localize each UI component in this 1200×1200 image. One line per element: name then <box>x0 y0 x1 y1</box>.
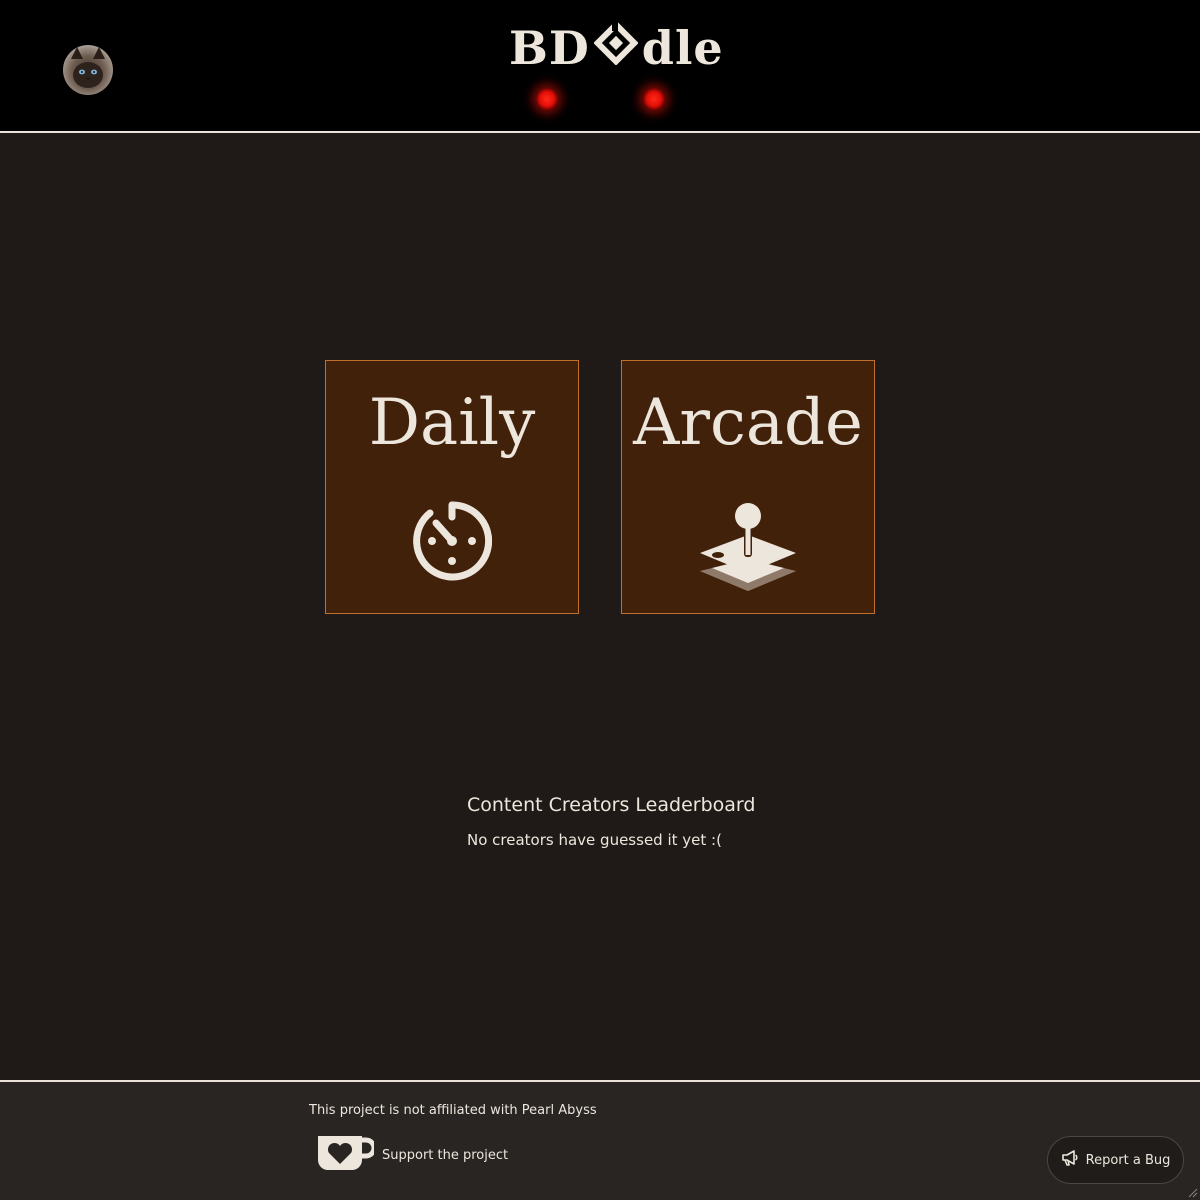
logo-suffix: dle <box>641 21 724 75</box>
cat-avatar-icon <box>63 45 113 95</box>
daily-mode-label: Daily <box>368 386 536 460</box>
report-bug-button[interactable]: Report a Bug <box>1047 1136 1184 1184</box>
resize-grip-icon[interactable] <box>1188 1188 1198 1198</box>
user-avatar[interactable] <box>63 45 113 95</box>
affiliation-disclaimer: This project is not affiliated with Pear… <box>309 1103 597 1118</box>
app-logo[interactable]: BD dle <box>509 18 724 78</box>
coffee-cup-heart-icon <box>316 1134 377 1177</box>
arcade-mode-button[interactable]: Arcade <box>621 360 875 614</box>
support-project-link[interactable]: Support the project <box>316 1134 508 1177</box>
arcade-mode-label: Arcade <box>633 386 863 460</box>
daily-mode-button[interactable]: Daily <box>325 360 579 614</box>
logo-diamond-icon <box>593 19 639 76</box>
header: BD dle <box>0 0 1200 133</box>
joystick-icon <box>698 501 798 598</box>
daily-timer-icon <box>412 501 493 586</box>
red-indicator-light <box>536 88 558 110</box>
logo-prefix: BD <box>509 21 590 75</box>
red-indicator-light <box>643 88 665 110</box>
megaphone-icon <box>1061 1149 1079 1172</box>
content-creators-leaderboard: Content Creators Leaderboard No creators… <box>467 792 867 850</box>
report-bug-label: Report a Bug <box>1085 1152 1171 1168</box>
support-project-label: Support the project <box>382 1148 509 1163</box>
leaderboard-empty-message: No creators have guessed it yet :( <box>467 831 722 849</box>
footer: This project is not affiliated with Pear… <box>0 1080 1200 1200</box>
leaderboard-title: Content Creators Leaderboard <box>467 794 756 816</box>
